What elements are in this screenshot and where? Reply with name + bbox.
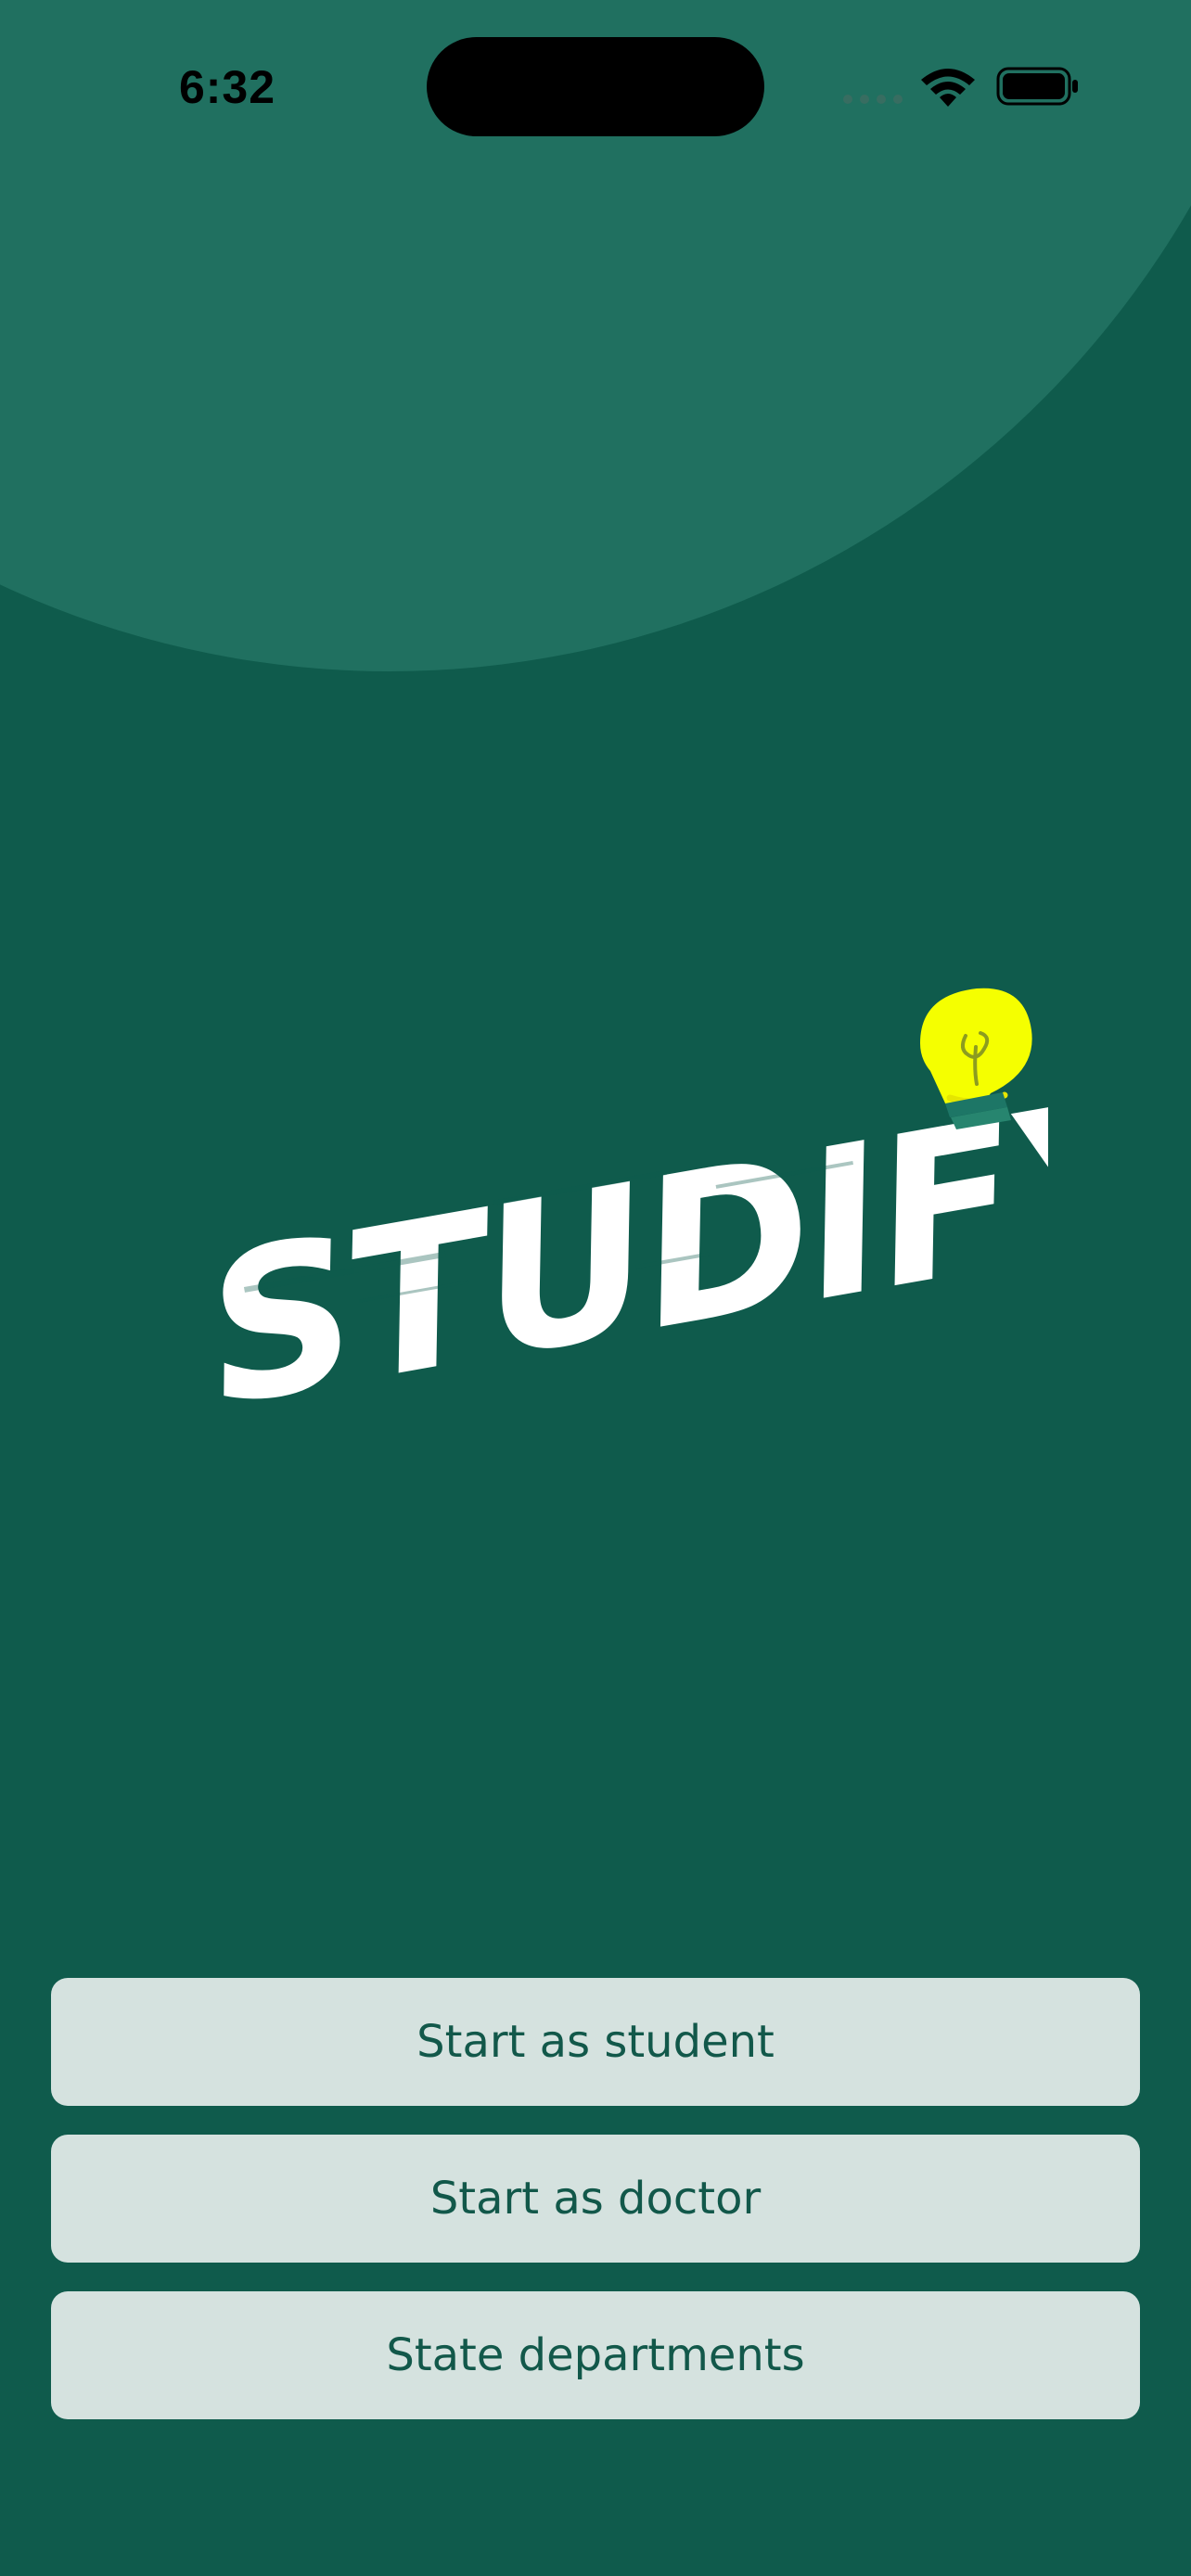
splash-screen: 6:32 STUDIFY Start as student Start as d… <box>0 0 1191 2576</box>
start-as-student-button[interactable]: Start as student <box>51 1978 1140 2106</box>
signal-dots-icon <box>843 95 903 104</box>
start-as-student-label: Start as student <box>416 2016 775 2068</box>
dynamic-island <box>427 37 764 136</box>
start-actions: Start as student Start as doctor State d… <box>51 1978 1140 2448</box>
start-as-doctor-button[interactable]: Start as doctor <box>51 2135 1140 2263</box>
status-time: 6:32 <box>178 61 276 113</box>
lightbulb-icon <box>920 988 1032 1129</box>
state-departments-button[interactable]: State departments <box>51 2291 1140 2419</box>
start-as-doctor-label: Start as doctor <box>429 2173 762 2225</box>
status-bar: 6:32 <box>0 0 1191 176</box>
battery-icon <box>996 67 1078 106</box>
state-departments-label: State departments <box>386 2329 805 2381</box>
wifi-icon <box>921 69 975 107</box>
